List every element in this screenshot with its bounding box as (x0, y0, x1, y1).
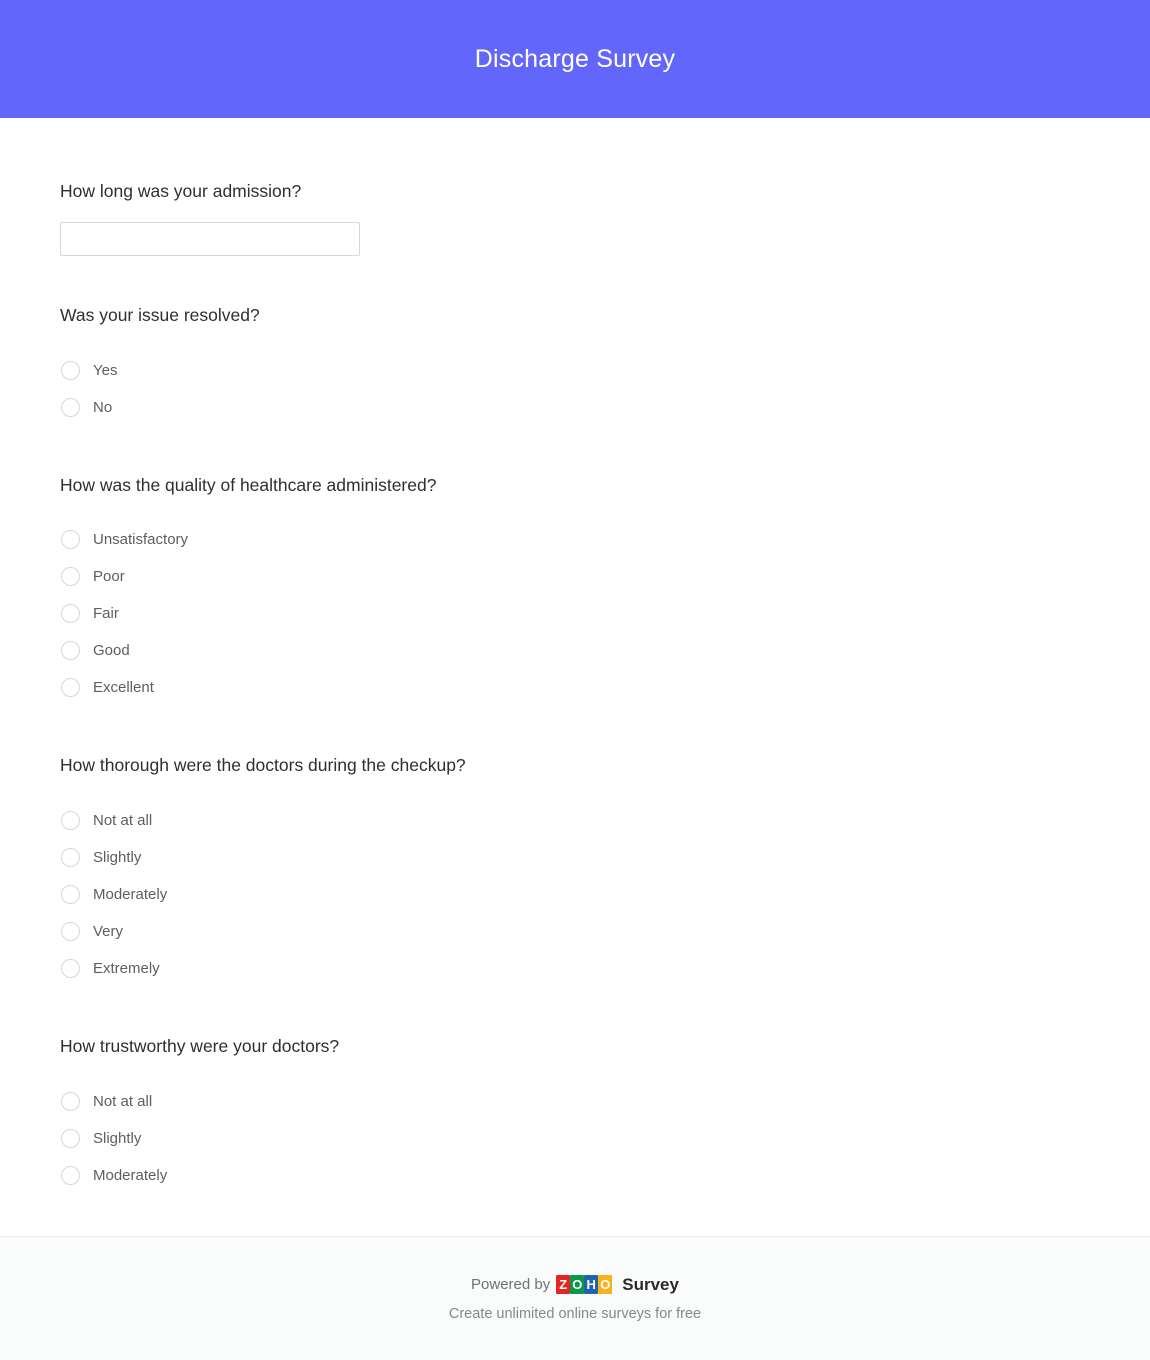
radio-option[interactable]: Not at all (60, 1083, 1090, 1120)
radio-button-icon[interactable] (61, 604, 80, 624)
radio-option[interactable]: No (60, 389, 1090, 426)
radio-option[interactable]: Yes (60, 352, 1090, 389)
question-block: How long was your admission? (0, 118, 1150, 256)
survey-footer: Powered by ZOHO Survey Create unlimited … (0, 1236, 1150, 1360)
radio-button-icon[interactable] (61, 397, 80, 417)
question-block: How trustworthy were your doctors? Not at… (0, 987, 1150, 1194)
radio-option[interactable]: Not at all (60, 802, 1090, 839)
option-label: Poor (93, 568, 125, 586)
option-label: Yes (93, 361, 118, 379)
radio-option[interactable]: Extremely (60, 950, 1090, 987)
radio-button-icon[interactable] (61, 959, 80, 978)
radio-button-icon[interactable] (61, 360, 80, 380)
radio-button-icon[interactable] (61, 848, 80, 867)
option-label: No (93, 398, 113, 416)
question-title: How trustworthy were your doctors? (60, 1036, 340, 1056)
answer-input-q1[interactable] (60, 221, 360, 256)
zoho-letter-tile: H (584, 1275, 599, 1294)
radio-button-icon[interactable] (61, 811, 80, 830)
zoho-logo-icon[interactable]: ZOHO (556, 1275, 613, 1294)
page-title: Discharge Survey (474, 44, 676, 73)
radio-option[interactable]: Moderately (60, 1157, 1090, 1194)
survey-page: Discharge Survey How long was your admis… (0, 0, 1150, 1360)
option-list: Not at all Slightly Moderately Very Extremel… (60, 802, 1090, 987)
zoho-product-name: Survey (622, 1275, 679, 1294)
question-block: How was the quality of healthcare admini… (0, 426, 1150, 707)
option-label: Moderately (93, 886, 168, 903)
radio-button-icon[interactable] (61, 922, 80, 941)
radio-option[interactable]: Very (60, 913, 1090, 950)
radio-button-icon[interactable] (61, 567, 80, 587)
radio-option[interactable]: Moderately (60, 876, 1090, 913)
option-label: Good (93, 642, 130, 660)
radio-option[interactable]: Slightly (60, 1120, 1090, 1157)
radio-option[interactable]: Slightly (60, 839, 1090, 876)
question-title: Was your issue resolved? (60, 304, 260, 325)
powered-by-row: Powered by ZOHO Survey (471, 1275, 679, 1294)
option-list: Unsatisfactory Poor Fair Good Excellent (60, 521, 1090, 706)
question-title: How thorough were the doctors during the… (60, 755, 466, 776)
radio-button-icon[interactable] (61, 530, 80, 550)
option-list: Yes No (60, 352, 1090, 426)
option-label: Not at all (93, 812, 153, 829)
question-list: How long was your admission? Was your iss… (0, 118, 1150, 1194)
text-answer-wrapper (60, 221, 1090, 256)
zoho-letter-tile: O (570, 1275, 585, 1294)
question-block: How thorough were the doctors during the… (0, 706, 1150, 987)
question-title: How long was your admission? (60, 181, 302, 201)
radio-option[interactable]: Fair (60, 595, 1090, 632)
option-label: Moderately (93, 1166, 168, 1184)
option-label: Extremely (93, 960, 160, 977)
radio-option[interactable]: Poor (60, 558, 1090, 595)
radio-option[interactable]: Unsatisfactory (60, 521, 1090, 558)
survey-body: How long was your admission? Was your iss… (0, 118, 1150, 1236)
radio-button-icon[interactable] (61, 1091, 80, 1111)
zoho-letter-tile: O (598, 1275, 613, 1294)
option-label: Slightly (93, 1129, 142, 1147)
option-list: Not at all Slightly Moderately (60, 1083, 1090, 1194)
option-label: Fair (93, 605, 119, 623)
option-label: Excellent (93, 679, 154, 697)
radio-button-icon[interactable] (61, 678, 80, 698)
radio-option[interactable]: Excellent (60, 669, 1090, 706)
option-label: Not at all (93, 1092, 153, 1110)
option-label: Slightly (93, 849, 142, 866)
radio-button-icon[interactable] (61, 641, 80, 661)
option-label: Unsatisfactory (93, 531, 189, 549)
question-block: Was your issue resolved? Yes No (0, 256, 1150, 426)
zoho-letter-tile: Z (556, 1275, 571, 1294)
question-title: How was the quality of healthcare admini… (60, 474, 437, 495)
radio-button-icon[interactable] (61, 1128, 80, 1148)
radio-option[interactable]: Good (60, 632, 1090, 669)
radio-button-icon[interactable] (61, 1165, 80, 1185)
powered-by-label: Powered by (471, 1276, 551, 1293)
radio-button-icon[interactable] (61, 885, 80, 904)
option-label: Very (93, 923, 124, 940)
survey-header: Discharge Survey (0, 0, 1150, 118)
footer-tagline: Create unlimited online surveys for free (448, 1306, 702, 1322)
